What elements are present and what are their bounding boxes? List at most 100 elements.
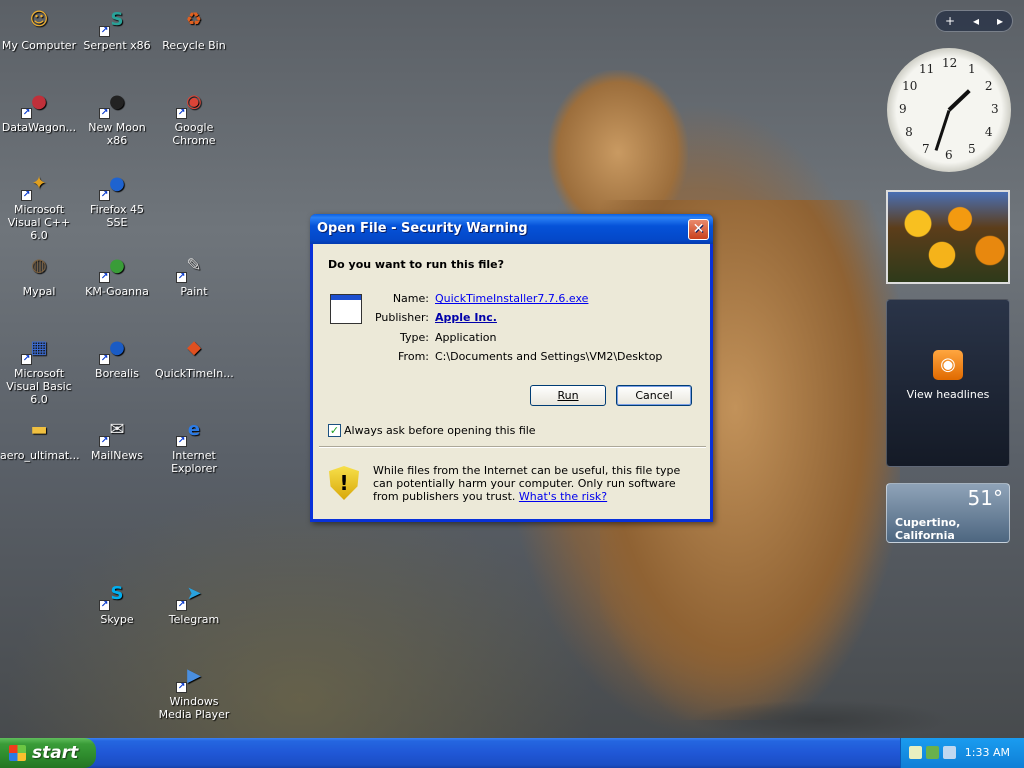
desktop-icon-label: Google Chrome	[172, 121, 216, 147]
my-computer-icon: ☺	[29, 8, 49, 30]
clock-numeral: 1	[968, 62, 976, 77]
gadget-next-button[interactable]: ▸	[997, 14, 1003, 28]
desktop-icon-label: MailNews	[90, 449, 144, 462]
desktop-icon-recycle-bin[interactable]: ♻ Recycle Bin	[155, 3, 233, 52]
desktop-icon-paint[interactable]: ✎ ↗ Paint	[155, 249, 233, 298]
desktop-icon-mailnews[interactable]: ✉ ↗ MailNews	[78, 413, 156, 462]
tray-safely-remove-icon[interactable]	[926, 746, 939, 759]
desktop-icon-label: Recycle Bin	[162, 39, 226, 52]
quicktimein-icon: ◆	[187, 336, 201, 358]
info-row-name: Name: QuickTimeInstaller7.7.6.exe	[373, 292, 589, 305]
desktop-icon-label: Internet Explorer	[171, 449, 217, 475]
desktop-icon-microsoft-visual-basic-6-0[interactable]: ▦ ↗ Microsoft Visual Basic 6.0	[0, 331, 78, 406]
cancel-button[interactable]: Cancel	[616, 385, 692, 406]
system-tray: 1:33 AM	[900, 738, 1024, 768]
wallpaper-rock	[690, 700, 950, 740]
desktop-icon-borealis[interactable]: ● ↗ Borealis	[78, 331, 156, 380]
start-button[interactable]: start	[0, 738, 96, 768]
paint-icon: ✎ ↗	[176, 254, 202, 283]
rss-icon: ◉	[933, 350, 963, 380]
weather-temperature: 51°	[967, 486, 1003, 510]
tray-connection-icon[interactable]	[943, 746, 956, 759]
clock-numeral: 2	[984, 79, 993, 93]
internet-explorer-icon: e ↗	[176, 418, 201, 447]
weather-gadget[interactable]: 51° Cupertino, California	[886, 483, 1010, 543]
desktop-icon-internet-explorer[interactable]: e ↗ Internet Explorer	[155, 413, 233, 475]
start-label: start	[32, 743, 79, 763]
taskbar-clock[interactable]: 1:33 AM	[965, 746, 1010, 759]
firefox-45-sse-icon: ● ↗	[99, 172, 125, 201]
dialog-title: Open File - Security Warning	[317, 221, 528, 236]
desktop-icon-label: Mypal	[22, 285, 56, 298]
desktop-icon-label: Borealis	[95, 367, 139, 380]
cancel-button-label: Cancel	[635, 389, 673, 402]
shortcut-arrow-icon: ↗	[176, 108, 187, 119]
desktop-icon-label: Paint	[180, 285, 208, 298]
publisher-label: Publisher:	[374, 311, 429, 324]
desktop-icon-serpent-x86[interactable]: S ↗ Serpent x86	[78, 3, 156, 52]
close-button[interactable]: ✕	[688, 219, 709, 240]
skype-icon: S ↗	[99, 582, 124, 611]
desktop-icon-telegram[interactable]: ➤ ↗ Telegram	[155, 577, 233, 626]
gadget-toolbar[interactable]: + ◂ ▸	[935, 10, 1013, 32]
microsoft-visual-basic-6-0-icon: ▦ ↗	[21, 336, 48, 365]
desktop-icon-label: Telegram	[168, 613, 220, 626]
desktop-icon-mypal[interactable]: ◍ Mypal	[0, 249, 78, 298]
desktop-icon-aero-ultimat[interactable]: ▬ aero_ultimat...	[0, 413, 80, 462]
shortcut-arrow-icon: ↗	[99, 26, 110, 37]
microsoft-visual-c-6-0-icon: ✦ ↗	[21, 172, 47, 201]
telegram-icon: ➤ ↗	[176, 582, 202, 611]
shortcut-arrow-icon: ↗	[99, 190, 110, 201]
shortcut-arrow-icon: ↗	[21, 190, 32, 201]
always-ask-label[interactable]: Always ask before opening this file	[344, 424, 536, 437]
add-gadget-button[interactable]: +	[945, 14, 955, 28]
desktop-icon-datawagon[interactable]: ● ↗ DataWagon...	[0, 85, 78, 134]
gadget-prev-button[interactable]: ◂	[973, 14, 979, 28]
desktop-icon-my-computer[interactable]: ☺ My Computer	[0, 3, 78, 52]
borealis-icon: ● ↗	[99, 336, 125, 365]
security-warning-dialog: Open File - Security Warning ✕ Do you wa…	[310, 214, 713, 522]
dialog-titlebar[interactable]: Open File - Security Warning ✕	[310, 214, 713, 244]
always-ask-checkbox-row[interactable]: ✓ Always ask before opening this file	[328, 424, 536, 437]
desktop-icon-label: New Moon x86	[88, 121, 146, 147]
shortcut-arrow-icon: ↗	[99, 600, 110, 611]
always-ask-checkbox[interactable]: ✓	[328, 424, 341, 437]
shortcut-arrow-icon: ↗	[176, 682, 187, 693]
desktop-icon-google-chrome[interactable]: ◉ ↗ Google Chrome	[155, 85, 233, 147]
clock-numeral: 5	[968, 141, 976, 156]
clock-hour-hand	[947, 89, 971, 112]
desktop-icon-label: Serpent x86	[83, 39, 151, 52]
publisher-link[interactable]: Apple Inc.	[435, 311, 497, 324]
tray-network-icon[interactable]	[909, 746, 922, 759]
datawagon-icon: ● ↗	[21, 90, 47, 119]
desktop-icon-microsoft-visual-c-6-0[interactable]: ✦ ↗ Microsoft Visual C++ 6.0	[0, 167, 78, 242]
clock-gadget[interactable]: 12 1 2 3 4 5 6 7 8 9 10 11	[887, 48, 1011, 172]
run-button[interactable]: Run	[530, 385, 606, 406]
desktop-icon-skype[interactable]: S ↗ Skype	[78, 577, 156, 626]
desktop-icon-label: Windows Media Player	[158, 695, 230, 721]
desktop-icon-quicktimein[interactable]: ◆ QuickTimeIn...	[155, 331, 234, 380]
serpent-x86-icon: S ↗	[99, 8, 124, 37]
google-chrome-icon: ◉ ↗	[176, 90, 202, 119]
desktop-icon-km-goanna[interactable]: ● ↗ KM-Goanna	[78, 249, 156, 298]
shortcut-arrow-icon: ↗	[21, 108, 32, 119]
desktop-icon-label: KM-Goanna	[85, 285, 149, 298]
desktop-icon-new-moon-x86[interactable]: ● ↗ New Moon x86	[78, 85, 156, 147]
feed-headlines-gadget[interactable]: ◉ View headlines	[886, 299, 1010, 467]
desktop-icon-firefox-45-sse[interactable]: ● ↗ Firefox 45 SSE	[78, 167, 156, 229]
whats-the-risk-link[interactable]: What's the risk?	[519, 490, 607, 503]
weather-city: Cupertino, California	[895, 516, 961, 542]
application-file-icon	[330, 294, 362, 324]
file-name-link[interactable]: QuickTimeInstaller7.7.6.exe	[435, 292, 588, 305]
new-moon-x86-icon: ● ↗	[99, 90, 125, 119]
clock-numeral: 7	[922, 141, 930, 156]
desktop-icon-windows-media-player[interactable]: ▶ ↗ Windows Media Player	[155, 659, 233, 721]
clock-numeral: 9	[899, 102, 907, 116]
slideshow-gadget[interactable]	[886, 190, 1010, 284]
name-label: Name:	[392, 292, 429, 305]
clock-minute-hand	[934, 110, 951, 151]
type-label: Type:	[400, 331, 429, 344]
windows-media-player-icon: ▶ ↗	[176, 664, 201, 693]
shortcut-arrow-icon: ↗	[99, 272, 110, 283]
aero-ultimat-icon: ▬	[30, 418, 48, 440]
